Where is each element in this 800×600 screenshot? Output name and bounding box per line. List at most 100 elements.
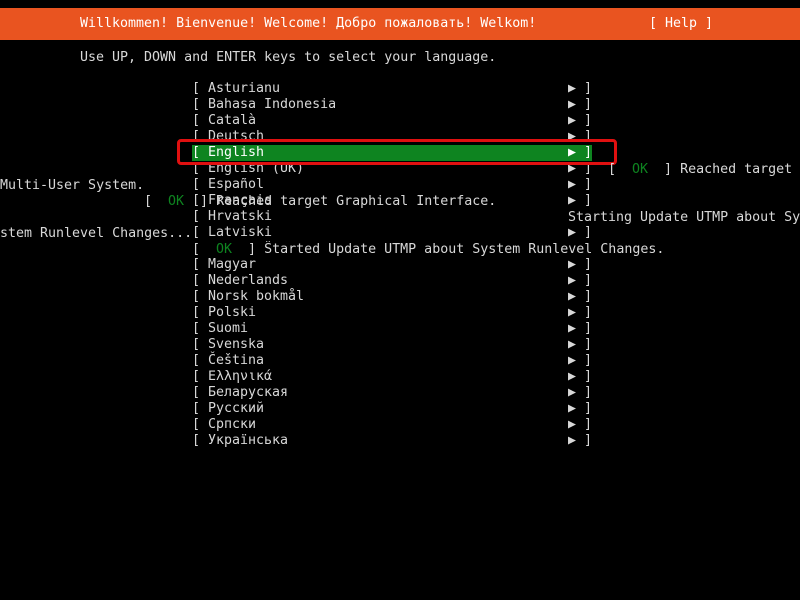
list-bracket-open: [ bbox=[192, 177, 201, 192]
boot-log-line-3: Starting Update UTMP about Sy bbox=[568, 210, 800, 226]
language-item[interactable]: [ English (UK) ▶] bbox=[192, 161, 592, 177]
arrow-right-icon: ▶ bbox=[568, 177, 577, 192]
arrow-right-icon: ▶ bbox=[568, 97, 577, 112]
language-item[interactable]: [ Suomi ▶] bbox=[192, 321, 592, 337]
language-name: English bbox=[208, 145, 265, 160]
list-bracket-close: ] bbox=[584, 401, 593, 416]
language-name: Nederlands bbox=[208, 273, 289, 288]
boot-log-line-2: [ OK ] Reached target Graphical Interfac… bbox=[144, 194, 497, 209]
language-name: Svenska bbox=[208, 337, 265, 352]
list-bracket-close: ] bbox=[584, 193, 593, 208]
language-name: Српски bbox=[208, 417, 257, 432]
arrow-right-icon: ▶ bbox=[568, 385, 577, 400]
list-bracket-open: [ bbox=[192, 433, 201, 448]
language-item[interactable]: [Čeština ▶] bbox=[192, 353, 592, 369]
language-item[interactable]: [Norsk bokmål ▶] bbox=[192, 289, 592, 305]
list-bracket-close: ] bbox=[584, 385, 593, 400]
language-item[interactable]: [ Polski ▶] bbox=[192, 305, 592, 321]
language-name: Español bbox=[208, 177, 265, 192]
arrow-right-icon: ▶ bbox=[568, 129, 577, 144]
arrow-right-icon: ▶ bbox=[568, 81, 577, 96]
language-name: Беларуская bbox=[208, 385, 289, 400]
list-bracket-close: ] bbox=[584, 145, 593, 160]
instructions-text: Use UP, DOWN and ENTER keys to select yo… bbox=[80, 50, 497, 65]
list-bracket-open: [ bbox=[192, 129, 201, 144]
arrow-right-icon: ▶ bbox=[568, 401, 577, 416]
list-bracket-open: [ bbox=[192, 273, 201, 288]
language-name: Русский bbox=[208, 401, 265, 416]
boot-log-text: Reached target Graphical Interface. bbox=[216, 194, 497, 209]
arrow-right-icon: ▶ bbox=[568, 273, 577, 288]
language-list: [Asturianu ▶] [Bahasa Indonesia ▶] [Català ▶]… bbox=[192, 81, 592, 449]
ok-status: OK bbox=[632, 162, 649, 177]
language-name: Polski bbox=[208, 305, 257, 320]
boot-log-line-1-cont: Multi-User System. bbox=[0, 178, 145, 193]
list-bracket-close: ] bbox=[584, 129, 593, 144]
language-item[interactable]: [Hrvatski▶] bbox=[192, 209, 592, 225]
arrow-right-icon: ▶ bbox=[568, 193, 577, 208]
list-bracket-open: [ bbox=[192, 225, 201, 240]
list-bracket-open: [ bbox=[192, 161, 201, 176]
arrow-right-icon: ▶ bbox=[568, 305, 577, 320]
list-bracket-close: ] bbox=[584, 305, 593, 320]
language-name: Asturianu bbox=[208, 81, 281, 96]
list-bracket-open: [ bbox=[192, 417, 201, 432]
language-item[interactable]: [ Беларуская ▶] bbox=[192, 385, 592, 401]
help-button[interactable]: [ Help ] bbox=[649, 16, 713, 32]
list-bracket-open: [ bbox=[192, 321, 201, 336]
list-bracket-open: [ bbox=[192, 113, 201, 128]
header-title: Willkommen! Bienvenue! Welcome! Добро по… bbox=[80, 16, 537, 31]
language-name: Ελληνικά bbox=[208, 369, 273, 384]
list-bracket-open: [ bbox=[192, 209, 201, 224]
list-bracket-open: [ bbox=[192, 289, 201, 304]
list-bracket-close: ] bbox=[584, 161, 593, 176]
language-item[interactable]: [ Deutsch ▶] bbox=[192, 129, 592, 145]
language-name: Čeština bbox=[208, 353, 265, 368]
list-bracket-close: ] bbox=[584, 97, 593, 112]
language-item[interactable]: [ Español ▶] bbox=[192, 177, 592, 193]
language-name: Hrvatski bbox=[208, 209, 273, 224]
language-name: Magyar bbox=[208, 257, 257, 272]
language-name: Українська bbox=[208, 433, 289, 448]
list-bracket-open: [ bbox=[192, 385, 201, 400]
language-item[interactable]: [ Nederlands ▶] bbox=[192, 273, 592, 289]
list-bracket-open: [ bbox=[192, 369, 201, 384]
list-bracket-close: ] bbox=[584, 273, 593, 288]
list-bracket-close: ] bbox=[584, 353, 593, 368]
list-bracket-open: [ bbox=[192, 337, 201, 352]
language-item[interactable]: [English ▶] bbox=[192, 145, 592, 161]
language-item[interactable]: [Latviski ▶] bbox=[192, 225, 592, 241]
language-name: Suomi bbox=[208, 321, 249, 336]
list-bracket-close: ] bbox=[584, 177, 593, 192]
arrow-right-icon: ▶ bbox=[568, 433, 577, 448]
language-item[interactable]: [Українська ▶] bbox=[192, 433, 592, 449]
language-name: Norsk bokmål bbox=[208, 289, 305, 304]
language-name: English (UK) bbox=[208, 161, 305, 176]
list-bracket-open: [ bbox=[192, 257, 201, 272]
language-item[interactable]: [Српски ▶] bbox=[192, 417, 592, 433]
list-bracket-close: ] bbox=[584, 321, 593, 336]
list-bracket-close: ] bbox=[584, 113, 593, 128]
header-bar: Willkommen! Bienvenue! Welcome! Добро по… bbox=[0, 8, 800, 40]
language-item[interactable]: [Magyar ▶] bbox=[192, 257, 592, 273]
language-item[interactable]: [Bahasa Indonesia ▶] bbox=[192, 97, 592, 113]
list-bracket-close: ] bbox=[584, 257, 593, 272]
list-bracket-close: ] bbox=[584, 81, 593, 96]
arrow-right-icon: ▶ bbox=[568, 161, 577, 176]
list-bracket-open: [ bbox=[192, 353, 201, 368]
ok-status: OK bbox=[168, 194, 185, 209]
language-name: Deutsch bbox=[208, 129, 265, 144]
language-item[interactable]: [Català ▶] bbox=[192, 113, 592, 129]
list-bracket-close: ] bbox=[584, 225, 593, 240]
list-bracket-open: [ bbox=[192, 81, 201, 96]
language-item[interactable]: [Ελληνικά ▶] bbox=[192, 369, 592, 385]
boot-log-text: Started Update UTMP about System Runleve… bbox=[264, 242, 665, 257]
language-item[interactable]: [Русский ▶] bbox=[192, 401, 592, 417]
list-bracket-open: [ bbox=[192, 305, 201, 320]
language-item[interactable]: [Svenska ▶] bbox=[192, 337, 592, 353]
boot-log-line-1: [ OK ] Reached target bbox=[608, 162, 793, 177]
arrow-right-icon: ▶ bbox=[568, 289, 577, 304]
arrow-right-icon: ▶ bbox=[568, 321, 577, 336]
list-bracket-open: [ bbox=[192, 145, 201, 160]
language-item[interactable]: [ Asturianu ▶] bbox=[192, 81, 592, 97]
